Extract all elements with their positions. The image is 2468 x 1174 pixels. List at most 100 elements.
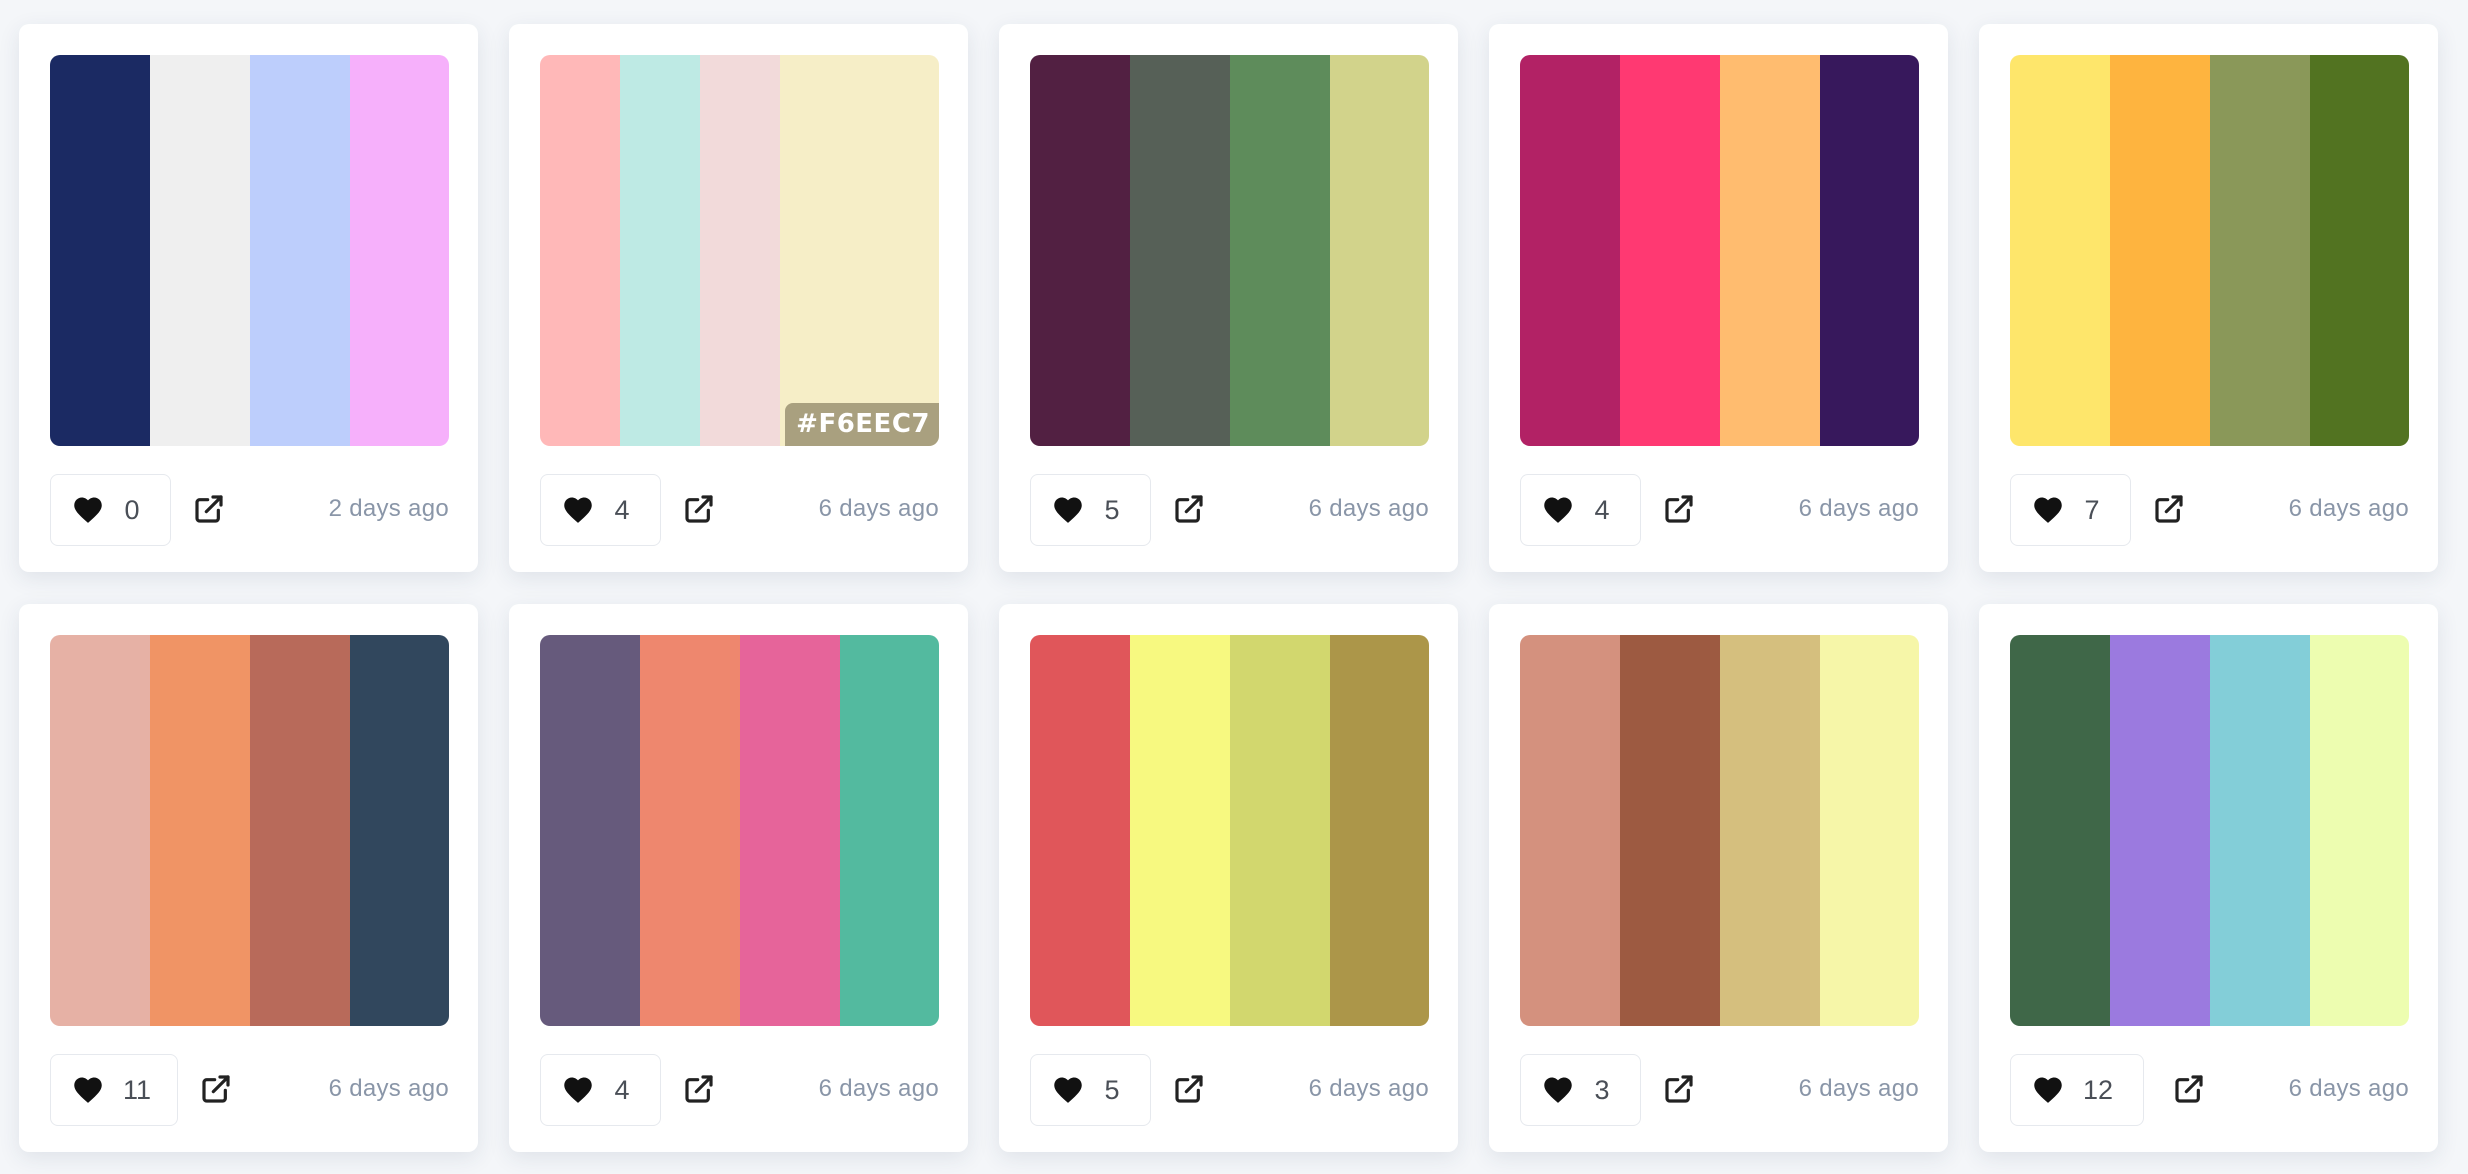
color-swatch[interactable] <box>840 635 939 1026</box>
heart-icon <box>563 496 593 524</box>
color-swatch[interactable] <box>1620 55 1720 446</box>
color-palette[interactable]: #F6EEC7 <box>540 55 939 446</box>
color-palette[interactable] <box>2010 55 2409 446</box>
like-count: 4 <box>1594 494 1610 525</box>
color-palette[interactable] <box>540 635 939 1026</box>
heart-icon <box>1543 496 1573 524</box>
external-link-icon[interactable] <box>193 493 225 525</box>
color-swatch[interactable] <box>1720 55 1820 446</box>
color-swatch[interactable] <box>2010 55 2110 446</box>
external-link-icon[interactable] <box>200 1073 232 1105</box>
color-palette[interactable] <box>50 635 449 1026</box>
card-actions: 5 6 days ago <box>1030 474 1429 548</box>
color-swatch[interactable] <box>620 55 700 446</box>
color-swatch[interactable] <box>50 635 150 1026</box>
palette-card: 11 6 days ago <box>19 604 478 1152</box>
timestamp: 6 days ago <box>1308 495 1429 522</box>
external-link-icon[interactable] <box>1173 493 1205 525</box>
color-swatch[interactable] <box>150 55 250 446</box>
color-swatch[interactable] <box>2310 635 2409 1026</box>
color-swatch[interactable] <box>1620 635 1720 1026</box>
external-link-icon[interactable] <box>683 1073 715 1105</box>
like-button[interactable]: 4 <box>540 474 661 546</box>
color-swatch[interactable] <box>1130 55 1230 446</box>
like-button[interactable]: 7 <box>2010 474 2131 546</box>
color-swatch[interactable] <box>2210 55 2310 446</box>
timestamp: 6 days ago <box>328 1075 449 1102</box>
color-swatch[interactable] <box>2110 55 2210 446</box>
like-count: 5 <box>1104 494 1120 525</box>
color-palette[interactable] <box>1520 55 1919 446</box>
palette-card: 4 6 days ago <box>1489 24 1948 572</box>
palette-card: 5 6 days ago <box>999 604 1458 1152</box>
color-swatch[interactable] <box>1330 55 1429 446</box>
color-swatch[interactable] <box>250 55 350 446</box>
palette-card: 7 6 days ago <box>1979 24 2438 572</box>
card-actions: 0 2 days ago <box>50 474 449 548</box>
color-swatch[interactable] <box>50 55 150 446</box>
color-swatch[interactable] <box>700 55 780 446</box>
heart-icon <box>563 1076 593 1104</box>
color-swatch[interactable]: #F6EEC7 <box>780 55 939 446</box>
color-palette[interactable] <box>1030 635 1429 1026</box>
color-swatch[interactable] <box>1230 55 1330 446</box>
heart-icon <box>1053 496 1083 524</box>
external-link-icon[interactable] <box>2153 493 2185 525</box>
external-link-icon[interactable] <box>1663 493 1695 525</box>
like-button[interactable]: 4 <box>1520 474 1641 546</box>
timestamp: 2 days ago <box>328 495 449 522</box>
heart-icon <box>2033 1076 2063 1104</box>
color-swatch[interactable] <box>2210 635 2310 1026</box>
color-swatch[interactable] <box>1030 635 1130 1026</box>
color-swatch[interactable] <box>740 635 840 1026</box>
timestamp: 6 days ago <box>2288 1075 2409 1102</box>
card-actions: 4 6 days ago <box>540 474 939 548</box>
color-swatch[interactable] <box>2110 635 2210 1026</box>
color-palette[interactable] <box>1520 635 1919 1026</box>
color-swatch[interactable] <box>1820 635 1919 1026</box>
palette-card: 12 6 days ago <box>1979 604 2438 1152</box>
card-actions: 4 6 days ago <box>1520 474 1919 548</box>
color-swatch[interactable] <box>1330 635 1429 1026</box>
like-button[interactable]: 0 <box>50 474 171 546</box>
like-button[interactable]: 5 <box>1030 1054 1151 1126</box>
like-count: 12 <box>2083 1074 2114 1105</box>
color-swatch[interactable] <box>2310 55 2409 446</box>
like-button[interactable]: 5 <box>1030 474 1151 546</box>
external-link-icon[interactable] <box>683 493 715 525</box>
color-palette[interactable] <box>50 55 449 446</box>
timestamp: 6 days ago <box>1798 495 1919 522</box>
color-swatch[interactable] <box>1720 635 1820 1026</box>
external-link-icon[interactable] <box>1663 1073 1695 1105</box>
color-swatch[interactable] <box>1820 55 1919 446</box>
timestamp: 6 days ago <box>818 1075 939 1102</box>
color-swatch[interactable] <box>2010 635 2110 1026</box>
color-swatch[interactable] <box>1230 635 1330 1026</box>
color-swatch[interactable] <box>150 635 250 1026</box>
like-button[interactable]: 4 <box>540 1054 661 1126</box>
color-swatch[interactable] <box>540 55 620 446</box>
card-actions: 5 6 days ago <box>1030 1054 1429 1128</box>
heart-icon <box>2033 496 2063 524</box>
color-palette[interactable] <box>2010 635 2409 1026</box>
color-swatch[interactable] <box>1520 55 1620 446</box>
like-button[interactable]: 12 <box>2010 1054 2144 1126</box>
color-swatch[interactable] <box>640 635 740 1026</box>
card-actions: 4 6 days ago <box>540 1054 939 1128</box>
color-swatch[interactable] <box>350 635 449 1026</box>
like-button[interactable]: 3 <box>1520 1054 1641 1126</box>
color-swatch[interactable] <box>350 55 449 446</box>
color-palette[interactable] <box>1030 55 1429 446</box>
color-swatch[interactable] <box>1030 55 1130 446</box>
external-link-icon[interactable] <box>2173 1073 2205 1105</box>
palette-card: #F6EEC7 4 6 days ago <box>509 24 968 572</box>
palette-card: 4 6 days ago <box>509 604 968 1152</box>
external-link-icon[interactable] <box>1173 1073 1205 1105</box>
heart-icon <box>1543 1076 1573 1104</box>
color-swatch[interactable] <box>1520 635 1620 1026</box>
color-swatch[interactable] <box>1130 635 1230 1026</box>
color-swatch[interactable] <box>540 635 640 1026</box>
hex-code-label[interactable]: #F6EEC7 <box>785 403 939 446</box>
like-button[interactable]: 11 <box>50 1054 178 1126</box>
color-swatch[interactable] <box>250 635 350 1026</box>
